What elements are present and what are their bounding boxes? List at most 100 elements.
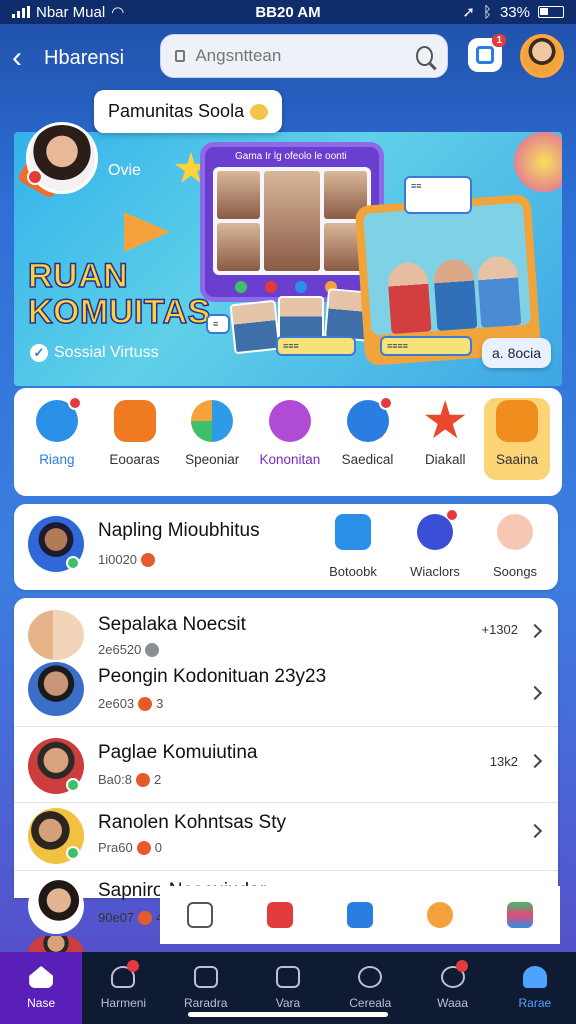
list-item[interactable]: Paglae Komuiutina Ba0:8 2 13k2	[14, 734, 558, 798]
category-saaina[interactable]: Saaina	[484, 398, 551, 480]
hero-subtitle: ✓ Sossial Virtuss	[30, 344, 159, 362]
search-icon[interactable]	[416, 46, 433, 66]
bell-icon[interactable]	[427, 902, 453, 928]
message-icon	[346, 396, 393, 442]
tab-rarae[interactable]: Rarae	[494, 952, 576, 1024]
back-button[interactable]: ‹	[12, 43, 38, 73]
hero-user-avatar[interactable]	[26, 122, 98, 194]
group-icon	[522, 966, 547, 988]
search-bar[interactable]	[160, 34, 448, 78]
status-bar: Nbar Mual ◠ BB20 AM ➚ ᛒ 33%	[0, 0, 576, 24]
wifi-icon: ◠	[111, 4, 125, 21]
hero-tag[interactable]: a. 8ocia	[482, 338, 552, 368]
tab-label: Vara	[275, 996, 301, 1010]
hero-title-line1: RUAN	[27, 257, 129, 295]
avatar	[28, 662, 84, 716]
clipboard-icon	[113, 400, 156, 442]
status-dot	[27, 169, 43, 185]
item-sub: Pra60 0	[98, 840, 162, 855]
photo-card	[229, 299, 281, 355]
category-label: Saaina	[496, 452, 539, 467]
star-icon	[425, 400, 466, 439]
confetti-shape	[124, 212, 170, 252]
video-grid	[213, 167, 371, 275]
stack-icon[interactable]	[507, 902, 533, 928]
hero-user-name: Ovie	[108, 162, 141, 179]
featured-user-card[interactable]: Napling Mioubhitus 1i0020 Botoobk Wiaclo…	[14, 504, 558, 590]
notification-icon	[476, 46, 494, 64]
tab-label: Rarae	[518, 996, 552, 1010]
notification-button[interactable]: 1	[468, 34, 506, 72]
avatar	[28, 610, 84, 660]
list-item[interactable]: Ranolen Kohntsas Sty Pra60 0	[14, 804, 558, 870]
action-soongs[interactable]: Soongs	[480, 514, 550, 579]
category-speoniar[interactable]: Speoniar	[173, 400, 251, 496]
document-icon	[193, 966, 218, 988]
category-label: Eooaras	[109, 452, 160, 467]
tablet-header-text: Gama Ir lg ofeolo le oonti	[235, 151, 347, 162]
chat-bubble: ≡≡≡	[276, 336, 356, 356]
list-item[interactable]: Sepalaka Noecsit 2e6520 +1302 Peongin Ko…	[14, 598, 558, 726]
user-sub: 1i0020	[98, 552, 156, 567]
item-sub-text: 90e07	[98, 910, 135, 925]
chevron-right-icon[interactable]	[527, 623, 543, 639]
item-count: 2	[153, 772, 162, 787]
clipboard-icon[interactable]	[187, 902, 213, 928]
brain-icon	[268, 400, 311, 442]
item-sub: 90e074	[98, 910, 163, 925]
hero-subtitle-text: Sossial Virtuss	[54, 344, 159, 361]
avatar	[28, 878, 84, 934]
profile-avatar[interactable]	[520, 34, 564, 78]
community-pill-label: Pamunitas Soola	[108, 101, 245, 121]
carrier-label: Nbar Mual	[36, 3, 106, 21]
clock: BB20 AM	[255, 3, 321, 21]
category-diakall[interactable]: Diakall	[406, 400, 484, 496]
category-kononitan[interactable]: Kononitan	[251, 400, 329, 496]
camera-icon	[295, 281, 307, 293]
inbox-icon	[275, 966, 300, 988]
item-meta: +1302	[481, 622, 518, 637]
item-sub-text: 2e603	[98, 696, 135, 711]
item-sub-text: 2e6520	[98, 642, 142, 657]
chevron-right-icon[interactable]	[527, 685, 543, 701]
top-nav: ‹ Hbarensi 1	[0, 30, 576, 86]
browser-icon	[191, 400, 234, 442]
item-name: Peongin Kodonituan 23y23	[98, 666, 327, 687]
close-icon[interactable]	[267, 902, 293, 928]
character-icon	[497, 514, 533, 550]
search-input[interactable]	[195, 46, 417, 66]
badge-dot	[126, 960, 139, 972]
user-icon	[358, 966, 383, 988]
badge-dot	[378, 396, 393, 410]
home-indicator	[188, 1012, 388, 1017]
category-eooaras[interactable]: Eooaras	[96, 400, 174, 496]
badge-dot	[67, 396, 82, 410]
action-wiaclors[interactable]: Wiaclors	[400, 510, 470, 579]
tab-label: Raradra	[184, 996, 228, 1010]
action-botoobk[interactable]: Botoobk	[318, 514, 388, 579]
chevron-right-icon[interactable]	[527, 823, 543, 839]
community-pill[interactable]: Pamunitas Soola	[94, 90, 283, 133]
category-saedical[interactable]: Saedical	[329, 396, 407, 496]
item-sub: Ba0:8 2	[98, 772, 161, 787]
camera-icon[interactable]	[347, 902, 373, 928]
community-list: Sepalaka Noecsit 2e6520 +1302 Peongin Ko…	[14, 598, 558, 934]
heart-icon	[250, 104, 269, 121]
chat-bubble: ≡≡	[404, 176, 472, 214]
group-photo	[363, 202, 532, 336]
comment-icon	[496, 400, 539, 442]
network-icon	[335, 514, 371, 550]
chat-bubble: ≡≡≡≡	[380, 336, 472, 356]
badge-dot	[455, 960, 468, 972]
tab-harmeni[interactable]: Harmeni	[82, 952, 164, 1024]
chat-bubble: ≡	[206, 314, 230, 334]
fire-icon	[141, 552, 156, 567]
item-sub: 2e6520	[98, 642, 160, 657]
tab-home[interactable]: Nase	[0, 952, 83, 1024]
chevron-right-icon[interactable]	[527, 753, 543, 769]
tab-waaa[interactable]: Waaa	[411, 952, 493, 1024]
action-label: Botoobk	[329, 564, 377, 579]
action-label: Wiaclors	[410, 564, 460, 579]
item-count: 0	[154, 840, 162, 855]
category-riang[interactable]: Riang	[18, 396, 96, 496]
